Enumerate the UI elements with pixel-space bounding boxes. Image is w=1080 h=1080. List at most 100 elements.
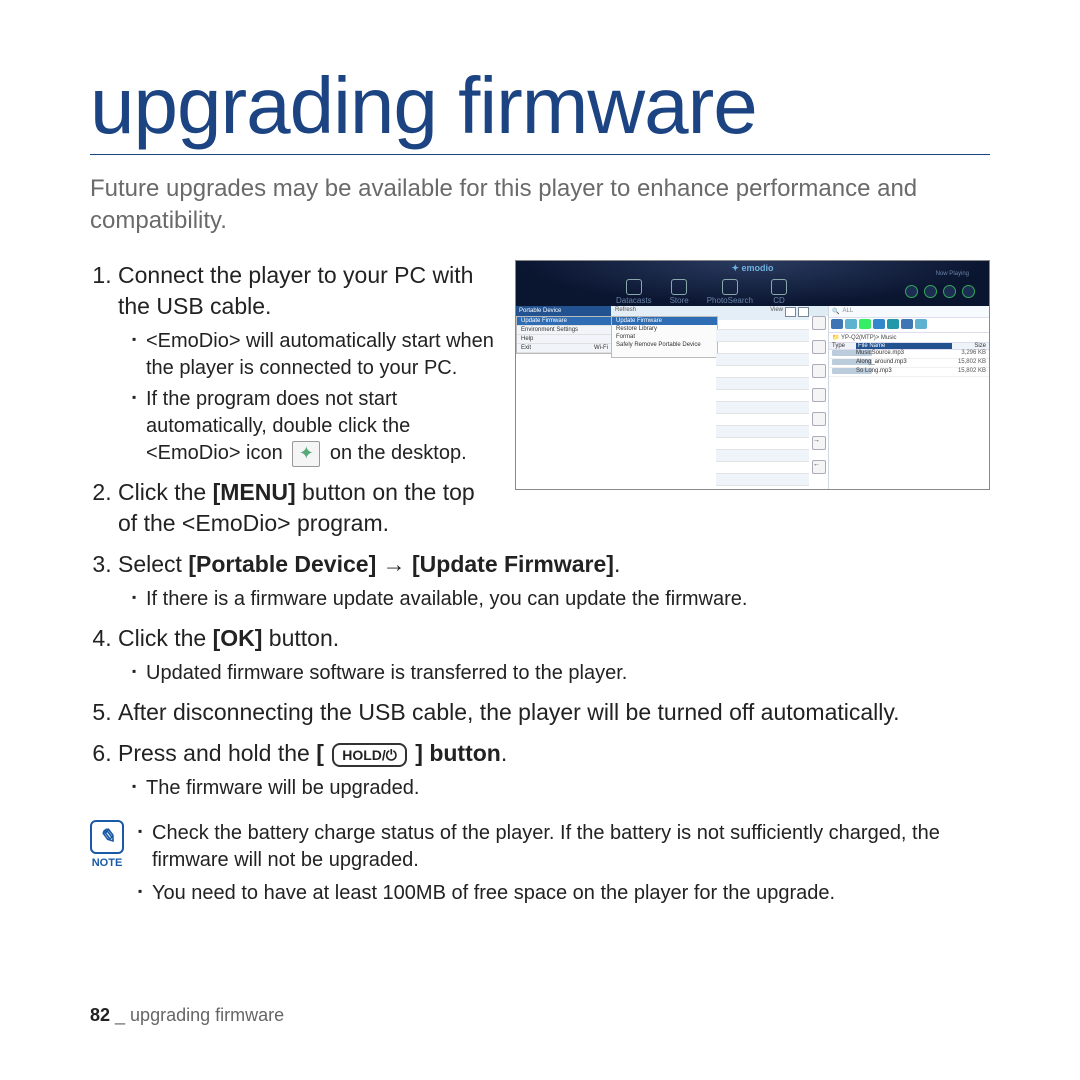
step-3: Select [Portable Device] → [Update Firmw… xyxy=(118,549,990,613)
step-4-bold: [OK] xyxy=(213,625,263,651)
step-3-bold: [Portable Device] → [Update Firmware] xyxy=(188,551,614,577)
submenu-restore: Format xyxy=(612,333,717,341)
page-title: upgrading firmware xyxy=(90,60,990,155)
file-size-1: 15,802 KB xyxy=(952,359,989,367)
action-icon-5 xyxy=(812,412,826,426)
action-icon-2 xyxy=(812,340,826,354)
file-size-0: 3,296 KB xyxy=(952,350,989,358)
step-6-pre: Press and hold the xyxy=(118,740,316,766)
playback-controls xyxy=(905,285,975,298)
datacasts-icon xyxy=(626,279,642,295)
next-icon xyxy=(943,285,956,298)
dropdown-env-settings: Environment Settings xyxy=(517,326,612,335)
action-icon-4 xyxy=(812,388,826,402)
note-list: Check the battery charge status of the p… xyxy=(138,820,990,913)
note-badge-icon: ✎ xyxy=(90,820,124,854)
submenu-version-check: Restore Library xyxy=(612,325,717,333)
grid-view-icon xyxy=(798,307,809,317)
category-icons xyxy=(829,318,989,333)
photosearch-icon xyxy=(722,279,738,295)
menu-portable-device: Portable Device xyxy=(516,306,614,316)
view-label: View xyxy=(770,307,783,317)
store-icon xyxy=(671,279,687,295)
intro-text: Future upgrades may be available for thi… xyxy=(90,173,990,238)
step-2: Click the [MENU] button on the top of th… xyxy=(118,477,495,539)
dropdown-update-firmware: Update Firmware xyxy=(517,317,612,326)
action-sidebar: → ← xyxy=(809,308,829,489)
arrow-left-icon: ← xyxy=(812,460,826,474)
app-logo: emodio xyxy=(731,263,773,274)
page-footer: 82 _ upgrading firmware xyxy=(90,1005,284,1026)
step-1: Connect the player to your PC with the U… xyxy=(118,260,495,467)
action-icon-3 xyxy=(812,364,826,378)
arrow-right-icon: → xyxy=(812,436,826,450)
dropdown-wifi: Wi-Fi xyxy=(594,345,608,351)
main-dropdown: Update Firmware Environment Settings Hel… xyxy=(516,316,613,354)
col-type: Type xyxy=(829,343,856,349)
step-6-post: . xyxy=(501,740,507,766)
step-4-post: button. xyxy=(262,625,339,651)
content-list xyxy=(716,318,809,489)
step-3-pre: Select xyxy=(118,551,188,577)
search-icon: 🔍 xyxy=(832,308,839,315)
step-4-sub: Updated firmware software is transferred… xyxy=(132,660,990,687)
top-icon-label-2: PhotoSearch xyxy=(707,296,753,305)
step-2-pre: Click the xyxy=(118,479,213,505)
step-3-sub: If there is a firmware update available,… xyxy=(132,586,990,613)
step-1-text: Connect the player to your PC with the U… xyxy=(118,262,473,319)
file-size-2: 15,802 KB xyxy=(952,368,989,376)
top-icon-label-1: Store xyxy=(670,296,689,305)
footer-section: upgrading firmware xyxy=(130,1005,284,1025)
page-number: 82 xyxy=(90,1005,110,1025)
top-nav-icons: Datacasts Store PhotoSearch CD xyxy=(616,279,787,305)
file-header: Type File Name Size xyxy=(829,342,989,350)
footer-sep: _ xyxy=(110,1005,130,1025)
dropdown-help: Help xyxy=(517,335,612,344)
action-icon-1 xyxy=(812,316,826,330)
emodio-desktop-icon: ✦ xyxy=(292,441,320,467)
step-1b-post: on the desktop. xyxy=(324,442,466,464)
step-3-post: . xyxy=(614,551,620,577)
path-text: YP-Q2(MTP)> Music xyxy=(841,335,897,341)
file-name-2: So Long.mp3 xyxy=(856,368,952,376)
breadcrumb-path: 📁 YP-Q2(MTP)> Music xyxy=(829,333,989,342)
hold-power-button-icon: HOLD/⏻ xyxy=(332,743,407,767)
step-5: After disconnecting the USB cable, the p… xyxy=(118,697,990,728)
step-6-bracket-open: [ xyxy=(316,740,330,766)
prev-icon xyxy=(905,285,918,298)
step-2-bold: [MENU] xyxy=(213,479,296,505)
step-6-bracket-close: ] button xyxy=(409,740,501,766)
step-4-pre: Click the xyxy=(118,625,213,651)
step-1-sub-a: <EmoDio> will automatically start when t… xyxy=(132,328,495,382)
note-label: NOTE xyxy=(92,857,123,869)
submenu-update-firmware: Update Firmware xyxy=(612,317,717,325)
view-toggle: View xyxy=(736,306,809,317)
step-1-sub-b: If the program does not start automatica… xyxy=(132,386,495,467)
note-1: Check the battery charge status of the p… xyxy=(138,820,990,874)
submenu-format: Safely Remove Portable Device xyxy=(612,341,717,349)
stop-icon xyxy=(962,285,975,298)
file-row: MusicSource.mp33,296 KB xyxy=(829,350,989,359)
play-icon xyxy=(924,285,937,298)
file-name-1: Along_around.mp3 xyxy=(856,359,952,367)
top-icon-label-3: CD xyxy=(773,296,785,305)
cd-icon xyxy=(771,279,787,295)
file-row: Along_around.mp315,802 KB xyxy=(829,359,989,368)
dropdown-exit: Exit xyxy=(521,345,531,351)
note-icon: ✎ NOTE xyxy=(90,820,124,871)
emodio-screenshot: emodio Datacasts Store PhotoSearch CD No… xyxy=(515,260,990,490)
now-playing-text: Now Playing xyxy=(936,271,969,277)
search-filter: ALL xyxy=(842,308,853,314)
submenu-safely-remove xyxy=(612,355,717,357)
col-size: Size xyxy=(952,343,989,349)
file-name-0: MusicSource.mp3 xyxy=(856,350,952,358)
file-panel: 🔍ALL 📁 YP-Q2(MTP)> Music Type File Name … xyxy=(828,306,989,489)
list-view-icon xyxy=(785,307,796,317)
top-icon-label-0: Datacasts xyxy=(616,296,652,305)
step-4: Click the [OK] button. Updated firmware … xyxy=(118,623,990,687)
note-2: You need to have at least 100MB of free … xyxy=(138,880,990,907)
step-6: Press and hold the [ HOLD/⏻ ] button. Th… xyxy=(118,738,990,802)
col-filename: File Name xyxy=(856,343,952,349)
submenu: Update Firmware Restore Library Format S… xyxy=(611,316,718,358)
file-row: So Long.mp315,802 KB xyxy=(829,368,989,377)
